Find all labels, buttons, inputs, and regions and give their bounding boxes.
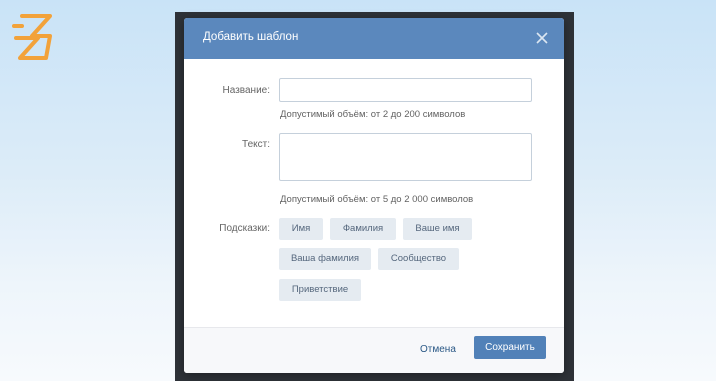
hint-chip-your-name[interactable]: Ваше имя xyxy=(403,218,472,240)
hint-chip-community[interactable]: Сообщество xyxy=(378,248,459,270)
text-input[interactable] xyxy=(279,133,532,181)
z-logo-icon xyxy=(12,14,52,60)
hint-chip-your-surname[interactable]: Ваша фамилия xyxy=(279,248,371,270)
close-icon[interactable] xyxy=(534,30,550,46)
add-template-modal: Добавить шаблон Название: Допустимый объ… xyxy=(184,18,564,373)
text-hint: Допустимый объём: от 5 до 2 000 символов xyxy=(280,194,474,205)
name-hint: Допустимый объём: от 2 до 200 символов xyxy=(280,109,466,120)
save-button[interactable]: Сохранить xyxy=(474,336,546,359)
modal-header: Добавить шаблон xyxy=(184,18,564,59)
hint-chip-name[interactable]: Имя xyxy=(279,218,323,240)
modal-footer: Отмена Сохранить xyxy=(184,327,564,373)
name-label: Название: xyxy=(222,85,270,96)
name-input[interactable] xyxy=(279,78,532,102)
cancel-button[interactable]: Отмена xyxy=(420,344,456,355)
hint-chip-greeting[interactable]: Приветствие xyxy=(279,279,361,301)
text-label: Текст: xyxy=(242,139,270,150)
hints-label: Подсказки: xyxy=(219,223,270,234)
hint-chip-surname[interactable]: Фамилия xyxy=(330,218,396,240)
modal-title: Добавить шаблон xyxy=(203,31,299,43)
